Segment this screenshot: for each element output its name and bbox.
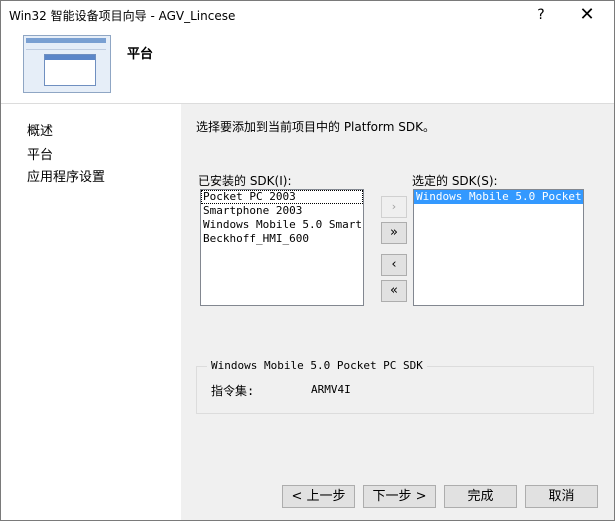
list-item[interactable]: Pocket PC 2003 bbox=[201, 190, 363, 204]
cancel-button[interactable]: 取消 bbox=[525, 485, 598, 508]
help-icon[interactable]: ? bbox=[521, 1, 561, 29]
list-item[interactable]: Smartphone 2003 bbox=[201, 204, 363, 218]
installed-sdk-label: 已安装的 SDK(I): bbox=[198, 174, 292, 188]
list-item[interactable]: Windows Mobile 5.0 Smartphone SDK bbox=[201, 218, 363, 232]
instruction-set-label: 指令集: bbox=[211, 384, 255, 398]
sidebar-item-platform[interactable]: 平台 bbox=[27, 144, 53, 163]
finish-button[interactable]: 完成 bbox=[444, 485, 517, 508]
wizard-window: Win32 智能设备项目向导 - AGV_Lincese ? ✕ 平台 概述 平… bbox=[0, 0, 615, 521]
sidebar-item-app-settings[interactable]: 应用程序设置 bbox=[27, 166, 105, 185]
wizard-banner-window-icon bbox=[23, 35, 111, 93]
add-sdk-button[interactable]: › bbox=[381, 196, 407, 218]
installed-sdk-list[interactable]: Pocket PC 2003 Smartphone 2003 Windows M… bbox=[200, 189, 364, 306]
selected-sdk-label: 选定的 SDK(S): bbox=[412, 174, 498, 188]
list-item[interactable]: Windows Mobile 5.0 Pocket PC SDK bbox=[414, 190, 583, 204]
group-title: Windows Mobile 5.0 Pocket PC SDK bbox=[207, 359, 427, 372]
next-button[interactable]: 下一步 > bbox=[363, 485, 436, 508]
selected-sdk-list[interactable]: Windows Mobile 5.0 Pocket PC SDK bbox=[413, 189, 584, 306]
sdk-details-group: Windows Mobile 5.0 Pocket PC SDK 指令集: AR… bbox=[196, 359, 594, 414]
remove-all-sdk-button[interactable]: « bbox=[381, 280, 407, 302]
add-all-sdk-button[interactable]: » bbox=[381, 222, 407, 244]
page-title: 平台 bbox=[127, 47, 154, 62]
wizard-header: 平台 bbox=[1, 29, 614, 104]
window-title: Win32 智能设备项目向导 - AGV_Lincese bbox=[9, 9, 236, 23]
intro-text: 选择要添加到当前项目中的 Platform SDK。 bbox=[196, 120, 435, 134]
title-bar[interactable]: Win32 智能设备项目向导 - AGV_Lincese ? ✕ bbox=[1, 1, 614, 29]
content-panel: 选择要添加到当前项目中的 Platform SDK。 已安装的 SDK(I): … bbox=[182, 104, 614, 520]
wizard-sidebar: 概述 平台 应用程序设置 bbox=[1, 104, 181, 520]
remove-sdk-button[interactable]: ‹ bbox=[381, 254, 407, 276]
sidebar-item-overview[interactable]: 概述 bbox=[27, 120, 53, 139]
instruction-set-value: ARMV4I bbox=[311, 383, 351, 396]
close-icon[interactable]: ✕ bbox=[567, 1, 607, 29]
back-button[interactable]: < 上一步 bbox=[282, 485, 355, 508]
list-item[interactable]: Beckhoff_HMI_600 bbox=[201, 232, 363, 246]
